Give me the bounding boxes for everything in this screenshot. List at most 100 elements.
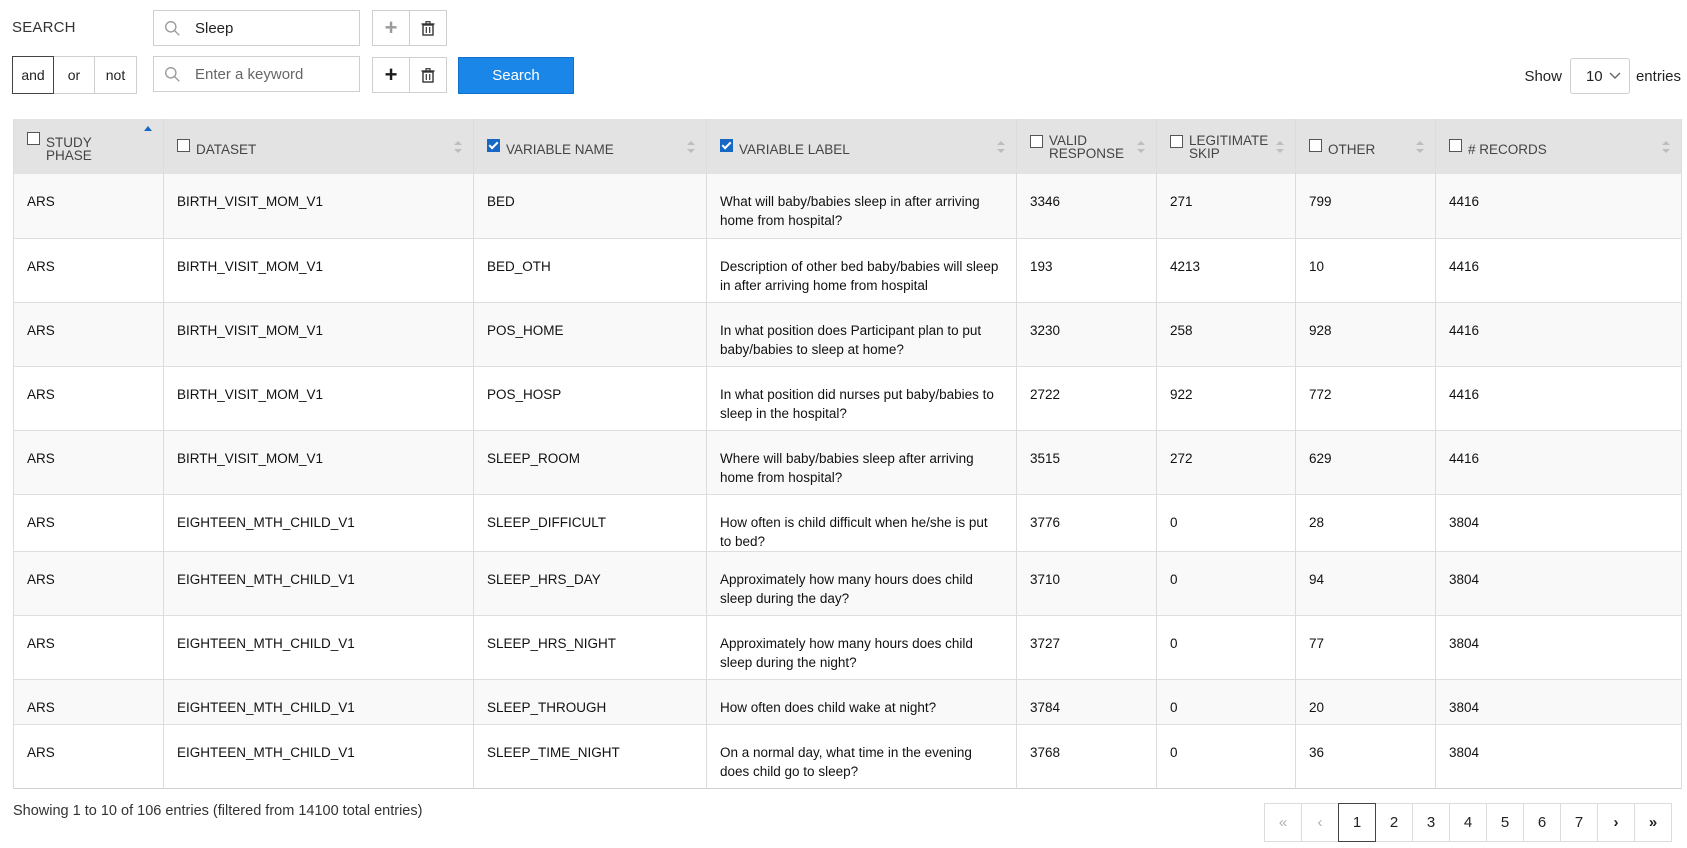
column-header-label: VARIABLE LABEL — [739, 141, 850, 157]
sort-icon[interactable] — [1136, 139, 1146, 155]
pagination: «‹ 1 2 3 4 5 6 7 ›» — [1264, 803, 1672, 842]
trash-icon — [421, 20, 435, 36]
search-keyword-input-1[interactable] — [195, 19, 345, 37]
search-input-row-1[interactable] — [153, 10, 360, 46]
table-cell: 0 — [1156, 724, 1296, 788]
search-icon — [165, 20, 180, 36]
column-checkbox[interactable] — [177, 138, 190, 152]
page-length-select[interactable]: 10 — [1569, 58, 1630, 94]
results-table: STUDY PHASE DATASET VARIABLE NAME VARIABLE … — [13, 119, 1682, 789]
column-header-6[interactable]: OTHER — [1295, 119, 1436, 174]
table-cell: ARS — [13, 430, 164, 494]
column-header-3[interactable]: VARIABLE LABEL — [706, 119, 1017, 174]
column-header-7[interactable]: # RECORDS — [1435, 119, 1682, 174]
search-button[interactable]: Search — [458, 57, 574, 94]
table-cell: In what position did nurses put baby/bab… — [706, 366, 1017, 430]
column-header-label: # RECORDS — [1468, 141, 1547, 157]
delete-term-button-2[interactable] — [409, 57, 447, 93]
first-page-button[interactable]: « — [1264, 803, 1302, 842]
column-checkbox[interactable] — [27, 132, 40, 145]
page-button-7[interactable]: 7 — [1560, 803, 1598, 842]
table-row[interactable]: ARS EIGHTEEN_MTH_CHILD_V1 SLEEP_HRS_NIGHT A… — [13, 615, 1682, 679]
table-cell: 0 — [1156, 679, 1296, 724]
search-label: SEARCH — [12, 19, 76, 36]
search-input-row-2[interactable] — [153, 56, 360, 92]
table-cell: EIGHTEEN_MTH_CHILD_V1 — [163, 551, 474, 615]
table-cell: Approximately how many hours does child … — [706, 551, 1017, 615]
previous-page-button[interactable]: ‹ — [1301, 803, 1339, 842]
table-cell: ARS — [13, 679, 164, 724]
table-cell: ARS — [13, 551, 164, 615]
column-header-1[interactable]: DATASET — [163, 119, 474, 174]
column-checkbox[interactable] — [1309, 138, 1322, 152]
logic-or-button[interactable]: or — [53, 56, 95, 94]
table-cell: 4416 — [1435, 174, 1682, 238]
table-cell: POS_HOSP — [473, 366, 707, 430]
page-button-1[interactable]: 1 — [1338, 803, 1376, 842]
table-row[interactable]: ARS BIRTH_VISIT_MOM_V1 POS_HOSP In what pos… — [13, 366, 1682, 430]
table-cell: ARS — [13, 366, 164, 430]
table-cell: 77 — [1295, 615, 1436, 679]
page-button-4[interactable]: 4 — [1449, 803, 1487, 842]
logic-not-button[interactable]: not — [94, 56, 137, 94]
table-cell: 193 — [1016, 238, 1157, 302]
table-row[interactable]: ARS BIRTH_VISIT_MOM_V1 POS_HOME In what pos… — [13, 302, 1682, 366]
sort-icon[interactable] — [1275, 139, 1285, 155]
table-cell: 28 — [1295, 494, 1436, 551]
table-cell: 272 — [1156, 430, 1296, 494]
page-length-value: 10 — [1585, 67, 1603, 85]
column-checkbox[interactable] — [1170, 134, 1183, 148]
sort-icon[interactable] — [686, 139, 696, 155]
sort-icon[interactable] — [453, 139, 463, 155]
table-row[interactable]: ARS EIGHTEEN_MTH_CHILD_V1 SLEEP_THROUGH How… — [13, 679, 1682, 724]
sort-icon[interactable] — [996, 139, 1006, 155]
last-page-button[interactable]: » — [1634, 803, 1672, 842]
sort-icon[interactable] — [1415, 139, 1425, 155]
table-cell: 799 — [1295, 174, 1436, 238]
column-header-label: DATASET — [196, 141, 257, 157]
table-cell: 3776 — [1016, 494, 1157, 551]
column-header-4[interactable]: VALID RESPONSE — [1016, 119, 1157, 174]
table-cell: How often is child difficult when he/she… — [706, 494, 1017, 551]
table-cell: 4416 — [1435, 366, 1682, 430]
table-row[interactable]: ARS BIRTH_VISIT_MOM_V1 SLEEP_ROOM Where wil… — [13, 430, 1682, 494]
page-button-6[interactable]: 6 — [1523, 803, 1561, 842]
column-checkbox[interactable] — [1030, 134, 1043, 148]
table-row[interactable]: ARS EIGHTEEN_MTH_CHILD_V1 SLEEP_HRS_DAY App… — [13, 551, 1682, 615]
table-cell: Description of other bed baby/babies wil… — [706, 238, 1017, 302]
page-button-3[interactable]: 3 — [1412, 803, 1450, 842]
search-keyword-input-2[interactable] — [195, 65, 345, 83]
table-cell: 3230 — [1016, 302, 1157, 366]
column-checkbox[interactable] — [1449, 138, 1462, 152]
sort-ascending-icon[interactable] — [143, 125, 153, 141]
table-cell: BIRTH_VISIT_MOM_V1 — [163, 238, 474, 302]
column-header-0[interactable]: STUDY PHASE — [13, 119, 164, 174]
page-length-control: Show 10 entries — [1524, 58, 1681, 94]
table-cell: ARS — [13, 238, 164, 302]
table-row[interactable]: ARS BIRTH_VISIT_MOM_V1 BED_OTH Description … — [13, 238, 1682, 302]
table-cell: EIGHTEEN_MTH_CHILD_V1 — [163, 615, 474, 679]
column-checkbox-checked[interactable] — [720, 138, 733, 152]
table-row[interactable]: ARS EIGHTEEN_MTH_CHILD_V1 SLEEP_DIFFICULT H… — [13, 494, 1682, 551]
table-cell: 3804 — [1435, 494, 1682, 551]
add-term-button-2[interactable]: + — [372, 57, 410, 93]
table-cell: SLEEP_HRS_DAY — [473, 551, 707, 615]
sort-icon[interactable] — [1661, 139, 1671, 155]
table-cell: BIRTH_VISIT_MOM_V1 — [163, 302, 474, 366]
table-cell: 4416 — [1435, 302, 1682, 366]
page-button-2[interactable]: 2 — [1375, 803, 1413, 842]
table-header-row: STUDY PHASE DATASET VARIABLE NAME VARIABLE … — [13, 119, 1682, 174]
table-body: ARS BIRTH_VISIT_MOM_V1 BED What will baby/b… — [13, 174, 1682, 788]
next-page-button[interactable]: › — [1597, 803, 1635, 842]
table-row[interactable]: ARS EIGHTEEN_MTH_CHILD_V1 SLEEP_TIME_NIGHT… — [13, 724, 1682, 788]
column-header-5[interactable]: LEGITIMATE SKIP — [1156, 119, 1296, 174]
delete-term-button-1[interactable] — [409, 10, 447, 46]
column-header-2[interactable]: VARIABLE NAME — [473, 119, 707, 174]
page-button-5[interactable]: 5 — [1486, 803, 1524, 842]
table-cell: 3515 — [1016, 430, 1157, 494]
add-term-button-1[interactable]: + — [372, 10, 410, 46]
logic-and-button[interactable]: and — [12, 56, 54, 94]
column-checkbox-checked[interactable] — [487, 138, 500, 152]
table-cell: SLEEP_TIME_NIGHT — [473, 724, 707, 788]
table-row[interactable]: ARS BIRTH_VISIT_MOM_V1 BED What will baby/b… — [13, 174, 1682, 238]
